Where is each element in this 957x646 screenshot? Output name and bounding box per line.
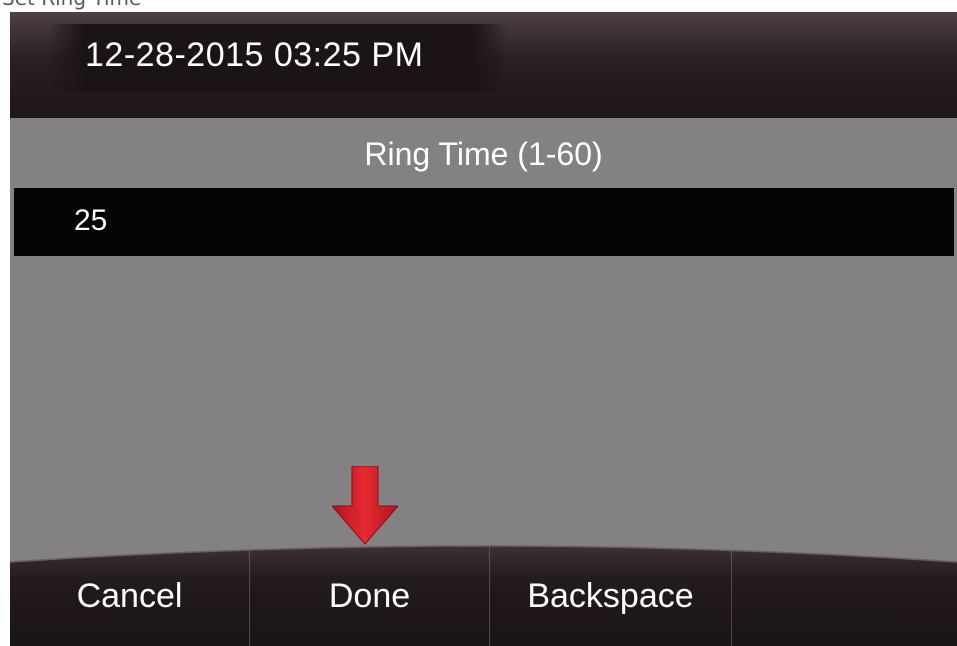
backspace-button[interactable]: Backspace: [490, 544, 731, 646]
down-arrow-icon: [332, 466, 398, 545]
ring-time-value: 25: [74, 204, 108, 237]
field-title: Ring Time (1-60): [364, 136, 603, 172]
ring-time-input[interactable]: 25: [14, 188, 954, 256]
datetime-label: 12-28-2015 03:25 PM: [85, 36, 424, 74]
status-header: 12-28-2015 03:25 PM: [10, 12, 957, 118]
cancel-button[interactable]: Cancel: [10, 544, 249, 646]
phone-screen: 12-28-2015 03:25 PM Ring Time (1-60) 25 …: [10, 12, 957, 646]
done-button[interactable]: Done: [250, 544, 489, 646]
softkey-bar: Cancel Done Backspace: [10, 544, 957, 646]
cropped-caption: Set Ring Time: [0, 0, 957, 12]
empty-softkey[interactable]: [732, 544, 957, 646]
